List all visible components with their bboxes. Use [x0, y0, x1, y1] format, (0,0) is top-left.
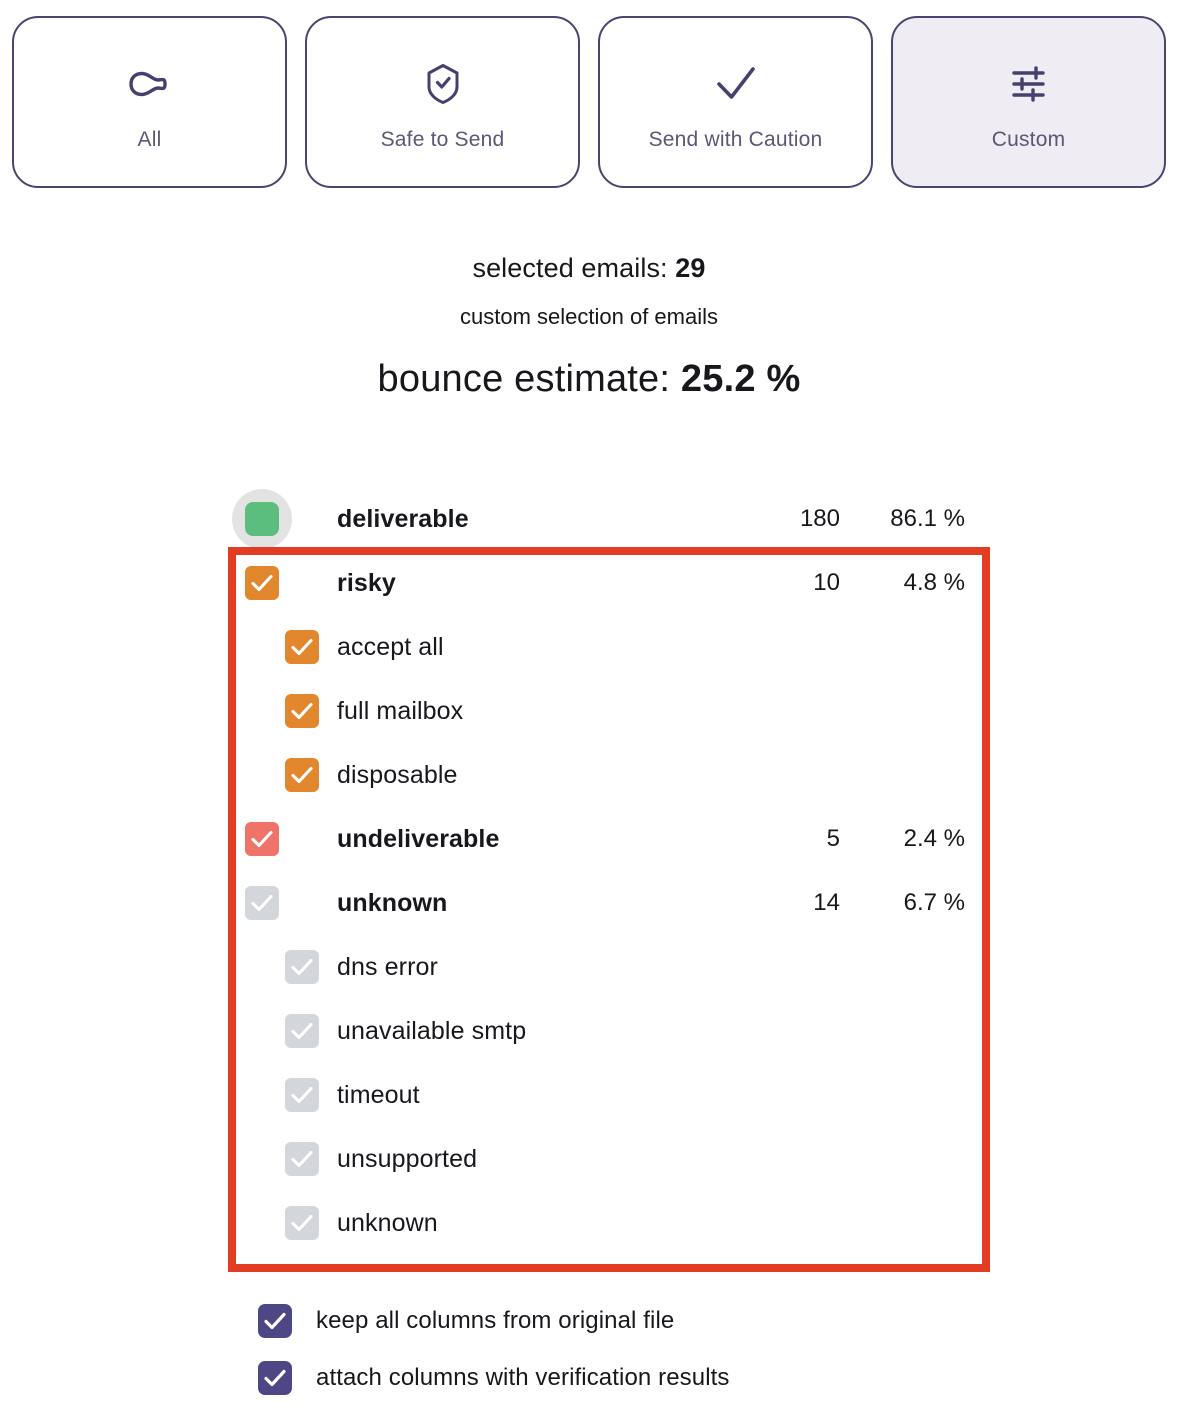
- checkbox-attach-columns[interactable]: [258, 1360, 292, 1395]
- tab-all-label: All: [137, 127, 162, 151]
- sliders-icon: [1009, 55, 1049, 113]
- row-count: 180: [799, 505, 840, 532]
- table-row[interactable]: unknown 14 6.7 %: [245, 871, 975, 935]
- option-label: keep all columns from original file: [316, 1306, 675, 1334]
- checkbox-unavailable-smtp[interactable]: [285, 1014, 319, 1048]
- category-table: deliverable 180 86.1 % risky 10 4.8 % ac…: [232, 487, 975, 1255]
- row-label: unknown: [337, 1208, 438, 1237]
- row-percent: 86.1 %: [890, 505, 965, 532]
- checkbox-cell: [245, 1206, 337, 1240]
- checkbox-undeliverable[interactable]: [245, 822, 279, 856]
- row-label: unavailable smtp: [337, 1016, 527, 1045]
- row-percent: 6.7 %: [903, 889, 965, 916]
- selected-emails-line: selected emails: 29: [0, 252, 1178, 286]
- checkbox-keep-all-columns[interactable]: [258, 1303, 292, 1338]
- row-label: deliverable: [337, 504, 469, 533]
- row-label: dns error: [337, 952, 438, 981]
- selected-emails-value: 29: [675, 253, 706, 283]
- row-label: undeliverable: [337, 824, 500, 853]
- selection-summary: selected emails: 29 custom selection of …: [0, 252, 1178, 404]
- row-count: 14: [813, 889, 840, 916]
- check-icon: [713, 55, 759, 113]
- checkbox-unsupported[interactable]: [285, 1142, 319, 1176]
- checkbox-cell: [245, 566, 337, 600]
- bounce-estimate-value: 25.2 %: [680, 358, 801, 401]
- row-label: full mailbox: [337, 696, 464, 725]
- checkbox-deliverable[interactable]: [245, 502, 279, 536]
- shield-check-icon: [426, 55, 460, 113]
- row-count: 5: [826, 825, 840, 852]
- filter-tab-strip: All Safe to Send Send with Caution Custo…: [12, 16, 1166, 188]
- checkbox-cell: [245, 1014, 337, 1048]
- tab-send-with-caution[interactable]: Send with Caution: [598, 16, 873, 188]
- checkbox-accept-all[interactable]: [285, 630, 319, 664]
- checkbox-cell: [245, 758, 337, 792]
- tab-send-with-caution-label: Send with Caution: [648, 127, 823, 151]
- table-row[interactable]: accept all: [245, 615, 975, 679]
- row-label: accept all: [337, 632, 444, 661]
- row-label: risky: [337, 568, 396, 597]
- table-row[interactable]: unknown: [245, 1191, 975, 1255]
- selection-description: custom selection of emails: [460, 303, 718, 329]
- row-label: disposable: [337, 760, 458, 789]
- export-options: keep all columns from original file atta…: [258, 1292, 1018, 1406]
- row-count: 10: [813, 569, 840, 596]
- table-row[interactable]: unsupported: [245, 1127, 975, 1191]
- checkbox-cell: [245, 694, 337, 728]
- checkbox-cell: [245, 822, 337, 856]
- bounce-estimate-line: bounce estimate: 25.2 %: [0, 356, 1178, 404]
- option-attach-columns[interactable]: attach columns with verification results: [258, 1349, 1018, 1406]
- checkbox-risky[interactable]: [245, 566, 279, 600]
- row-label: timeout: [337, 1080, 420, 1109]
- tab-custom-label: Custom: [991, 127, 1066, 151]
- row-label: unknown: [337, 888, 448, 917]
- table-row[interactable]: undeliverable 5 2.4 %: [245, 807, 975, 871]
- checkbox-cell: [245, 950, 337, 984]
- table-row[interactable]: disposable: [245, 743, 975, 807]
- table-row[interactable]: deliverable 180 86.1 %: [232, 487, 975, 551]
- table-row[interactable]: full mailbox: [245, 679, 975, 743]
- bounce-estimate-label: bounce estimate:: [377, 358, 671, 401]
- tab-safe-to-send[interactable]: Safe to Send: [305, 16, 580, 188]
- checkbox-full-mailbox[interactable]: [285, 694, 319, 728]
- row-label: unsupported: [337, 1144, 478, 1173]
- tab-safe-to-send-label: Safe to Send: [380, 127, 505, 151]
- table-row[interactable]: dns error: [245, 935, 975, 999]
- row-percent: 4.8 %: [903, 569, 965, 596]
- table-row[interactable]: unavailable smtp: [245, 999, 975, 1063]
- checkbox-dns-error[interactable]: [285, 950, 319, 984]
- checkbox-unknown-sub[interactable]: [285, 1206, 319, 1240]
- selected-emails-label: selected emails:: [472, 253, 668, 283]
- infinity-icon: [127, 55, 173, 113]
- table-row[interactable]: timeout: [245, 1063, 975, 1127]
- checkbox-cell: [245, 1142, 337, 1176]
- checkbox-disposable[interactable]: [285, 758, 319, 792]
- tab-custom[interactable]: Custom: [891, 16, 1166, 188]
- checkbox-cell: [245, 630, 337, 664]
- checkbox-cell: [245, 1078, 337, 1112]
- checkbox-timeout[interactable]: [285, 1078, 319, 1112]
- option-keep-all-columns[interactable]: keep all columns from original file: [258, 1292, 1018, 1349]
- checkbox-unknown[interactable]: [245, 886, 279, 920]
- row-percent: 2.4 %: [903, 825, 965, 852]
- custom-selection-panel: All Safe to Send Send with Caution Custo…: [0, 0, 1178, 1414]
- option-label: attach columns with verification results: [316, 1363, 730, 1391]
- checkbox-cell: [245, 886, 337, 920]
- tab-all[interactable]: All: [12, 16, 287, 188]
- table-row[interactable]: risky 10 4.8 %: [245, 551, 975, 615]
- checkbox-cell: [232, 489, 337, 549]
